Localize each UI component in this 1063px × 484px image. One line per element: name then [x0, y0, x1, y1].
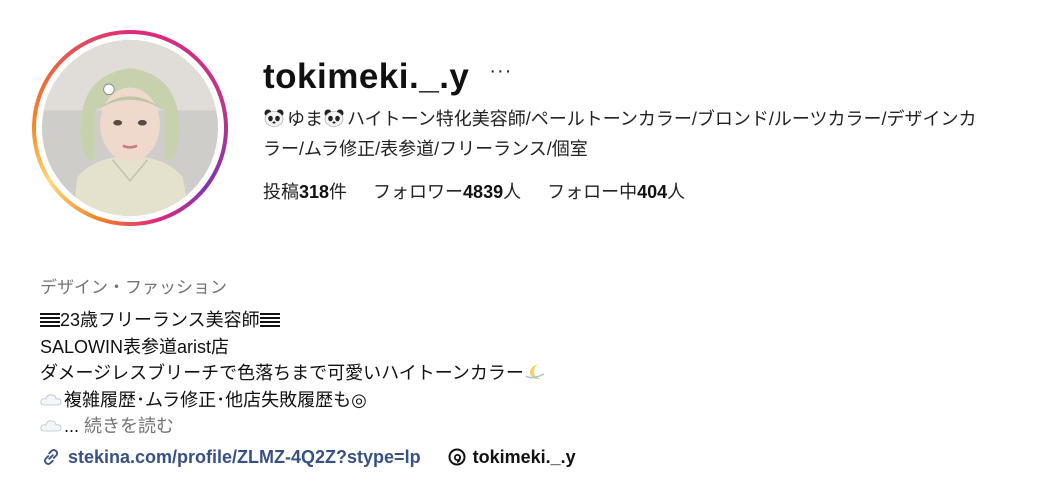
threads-icon: [448, 448, 466, 466]
full-name-line-2: ラー/ムラ修正/表参道/フリーランス/個室: [263, 139, 588, 159]
threads-handle: tokimeki._.y: [472, 446, 576, 467]
cloud-icon: [40, 420, 62, 432]
link-icon: [43, 448, 59, 466]
external-link[interactable]: stekina.com/profile/ZLMZ-4Q2Z?stype=lp: [40, 446, 421, 468]
following-number: 404: [637, 182, 668, 202]
more-options-icon[interactable]: ···: [489, 60, 512, 83]
followers-suffix: 人: [503, 182, 522, 202]
profile-links: stekina.com/profile/ZLMZ-4Q2Z?stype=lp t…: [40, 446, 576, 468]
posts-prefix: 投稿: [263, 182, 299, 202]
bio-line-4-text: 複雑履歴･ムラ修正･他店失敗履歴も◎: [64, 389, 367, 410]
bio-line-1-text: 23歳フリーランス美容師: [60, 310, 260, 330]
threads-link[interactable]: tokimeki._.y: [447, 447, 576, 468]
following-suffix: 人: [667, 182, 686, 202]
bio-line-3-text: ダメージレスブリーチで色落ちまで可愛いハイトーンカラー: [40, 363, 524, 383]
profile-header: tokimeki._.y ··· ゆま ハイトーン特化美容師/ペールトーンカラー/…: [263, 54, 1053, 204]
followers-prefix: フォロワー: [373, 182, 464, 202]
followers-count[interactable]: フォロワー4839人: [373, 178, 521, 204]
profile-avatar-ring[interactable]: [32, 30, 228, 226]
full-name: ゆま ハイトーン特化美容師/ペールトーンカラー/ブロンド/ルーツカラー/デザインカ…: [263, 104, 1053, 164]
panda-icon: [264, 109, 284, 127]
full-name-rest: ハイトーン特化美容師/ペールトーンカラー/ブロンド/ルーツカラー/デザインカ: [347, 109, 977, 129]
profile-bio: 23歳フリーランス美容師 SALOWIN表参道arist店 ダメージレスブリーチ…: [40, 307, 1040, 440]
bio-line-4: 複雑履歴･ムラ修正･他店失敗履歴も◎: [40, 387, 1040, 414]
posts-suffix: 件: [329, 182, 348, 202]
bio-line-3: ダメージレスブリーチで色落ちまで可愛いハイトーンカラー: [40, 360, 1040, 387]
bars-icon: [40, 313, 60, 327]
posts-number: 318: [299, 182, 330, 202]
avatar-photo: [42, 40, 218, 216]
bio-line-2: SALOWIN表参道arist店: [40, 336, 230, 357]
external-link-text: stekina.com/profile/ZLMZ-4Q2Z?stype=lp: [68, 446, 421, 467]
moon-icon: [525, 364, 545, 380]
bio-line-1: 23歳フリーランス美容師: [40, 307, 1040, 334]
username: tokimeki._.y: [263, 57, 470, 96]
bars-icon: [259, 313, 280, 327]
panda-icon: [324, 109, 344, 127]
profile-stats: 投稿318件 フォロワー4839人 フォロー中404人: [263, 178, 1053, 204]
following-prefix: フォロー中: [547, 182, 638, 202]
bio-ellipsis: ...: [64, 416, 85, 436]
bio-line-5: ... 続きを読む: [40, 413, 1040, 440]
followers-number: 4839: [463, 182, 504, 202]
full-name-line-1: ゆま ハイトーン特化美容師/ペールトーンカラー/ブロンド/ルーツカラー/デザインカ: [263, 104, 1053, 134]
read-more-button[interactable]: 続きを読む: [84, 416, 174, 436]
username-row: tokimeki._.y ···: [263, 54, 1053, 100]
avatar[interactable]: [42, 40, 218, 216]
following-count[interactable]: フォロー中404人: [547, 178, 685, 204]
posts-count[interactable]: 投稿318件: [263, 178, 347, 204]
cloud-icon: [40, 393, 62, 405]
avatar-gap: [36, 34, 224, 222]
profile-category: デザイン・ファッション: [40, 278, 227, 297]
full-name-name: ゆま: [287, 109, 323, 129]
